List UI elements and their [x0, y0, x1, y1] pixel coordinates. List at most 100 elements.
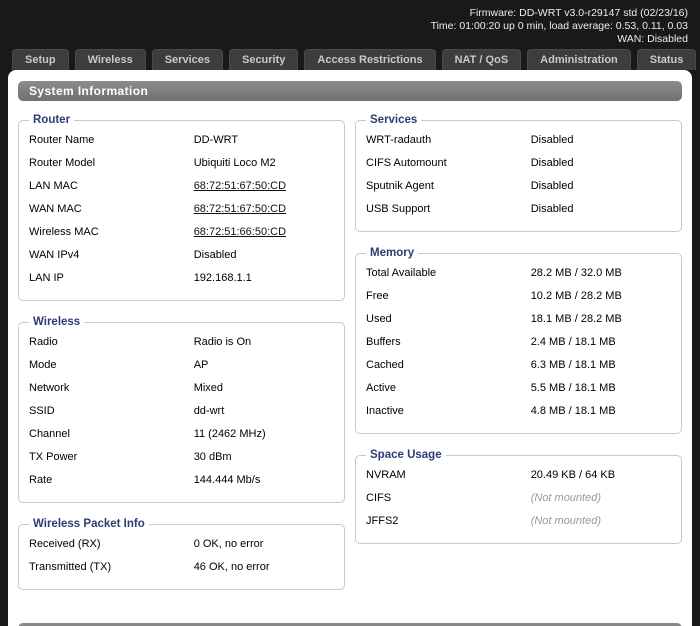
table-row: Buffers 2.4 MB / 18.1 MB [366, 331, 671, 354]
row-value: Ubiquiti Loco M2 [193, 157, 276, 169]
row-label: Transmitted (TX) [29, 561, 112, 573]
row-label: CIFS Automount [366, 157, 447, 169]
row-value: (Not mounted) [530, 492, 601, 504]
top-header: Firmware: DD-WRT v3.0-r29147 std (02/23/… [0, 0, 700, 50]
table-row: NVRAM 20.49 KB / 64 KB [366, 464, 671, 487]
row-value: 2.4 MB / 18.1 MB [530, 336, 616, 348]
row-value: Disabled [530, 203, 574, 215]
tab-administration[interactable]: Administration [527, 49, 631, 70]
row-value: 46 OK, no error [193, 561, 270, 573]
section-memory: Memory Total Available 28.2 MB / 32.0 MB Fr… [355, 247, 682, 434]
table-row: Router Name DD-WRT [29, 129, 334, 152]
row-label: TX Power [29, 451, 78, 463]
row-value: 18.1 MB / 28.2 MB [530, 313, 622, 325]
table-row: Inactive 4.8 MB / 18.1 MB [366, 400, 671, 423]
row-label: SSID [29, 405, 55, 417]
mac-address-link[interactable]: 68:72:51:67:50:CD [194, 180, 334, 193]
section-title: Space Usage [370, 449, 442, 461]
tab-nat-qos[interactable]: NAT / QoS [441, 49, 522, 70]
row-label: Channel [29, 428, 70, 440]
mac-address-link[interactable]: 68:72:51:67:50:CD [194, 203, 334, 216]
content-panel: System Information Router Router Name DD-W… [8, 70, 692, 626]
row-value: Disabled [530, 134, 574, 146]
row-value: DD-WRT [193, 134, 239, 146]
table-row: Sputnik Agent Disabled [366, 175, 671, 198]
table-row: USB Support Disabled [366, 198, 671, 221]
row-value: dd-wrt [193, 405, 225, 417]
firmware-info: Firmware: DD-WRT v3.0-r29147 std (02/23/… [469, 7, 688, 19]
tab-status[interactable]: Status [636, 49, 697, 70]
table-row: Router Model Ubiquiti Loco M2 [29, 152, 334, 175]
fieldset-columns: Router Router Name DD-WRT Router Model Ubiqu… [18, 114, 682, 605]
row-label: Radio [29, 336, 58, 348]
section-title: Wireless Packet Info [33, 518, 145, 530]
table-row: Cached 6.3 MB / 18.1 MB [366, 354, 671, 377]
table-row: WAN MAC 68:72:51:67:50:CD [29, 198, 334, 221]
row-value: AP [193, 359, 209, 371]
row-value: 30 dBm [193, 451, 232, 463]
section-services: Services WRT-radauth Disabled CIFS Automoun… [355, 114, 682, 232]
row-value: Radio is On [193, 336, 252, 348]
row-value: Disabled [530, 180, 574, 192]
row-label: Router Name [29, 134, 95, 146]
row-value: (Not mounted) [530, 515, 601, 527]
row-label: Received (RX) [29, 538, 101, 550]
row-label: CIFS [366, 492, 392, 504]
row-label: Mode [29, 359, 57, 371]
table-row: JFFS2 (Not mounted) [366, 510, 671, 533]
section-router: Router Router Name DD-WRT Router Model Ubiqu… [18, 114, 345, 301]
table-row: Rate 144.444 Mb/s [29, 469, 334, 492]
row-value: 6.3 MB / 18.1 MB [530, 359, 616, 371]
row-label: Buffers [366, 336, 401, 348]
table-row: LAN IP 192.168.1.1 [29, 267, 334, 290]
tab-security[interactable]: Security [228, 49, 299, 70]
row-value: Mixed [193, 382, 224, 394]
table-row: WAN IPv4 Disabled [29, 244, 334, 267]
row-value: 192.168.1.1 [193, 272, 252, 284]
section-title: Wireless [33, 316, 81, 328]
table-row: Total Available 28.2 MB / 32.0 MB [366, 262, 671, 285]
section-space-usage: Space Usage NVRAM 20.49 KB / 64 KB CIFS (Not… [355, 449, 682, 544]
section-wireless: Wireless Radio Radio is On Mode AP Network Mix… [18, 316, 345, 503]
right-column: Services WRT-radauth Disabled CIFS Automoun… [355, 114, 682, 605]
wan-status: WAN: Disabled [617, 33, 688, 45]
table-row: CIFS (Not mounted) [366, 487, 671, 510]
left-column: Router Router Name DD-WRT Router Model Ubiqu… [18, 114, 345, 605]
table-row: SSID dd-wrt [29, 400, 334, 423]
table-row: Wireless MAC 68:72:51:66:50:CD [29, 221, 334, 244]
row-value: Disabled [193, 249, 237, 261]
mac-address-link[interactable]: 68:72:51:66:50:CD [194, 226, 334, 239]
row-label: LAN IP [29, 272, 64, 284]
section-header-system-information: System Information [18, 81, 682, 101]
row-label: Wireless MAC [29, 226, 99, 238]
row-label: Rate [29, 474, 53, 486]
row-value: 20.49 KB / 64 KB [530, 469, 616, 481]
table-row: Used 18.1 MB / 28.2 MB [366, 308, 671, 331]
row-value: 5.5 MB / 18.1 MB [530, 382, 616, 394]
tab-services[interactable]: Services [151, 49, 223, 70]
row-label: Router Model [29, 157, 96, 169]
row-value: Disabled [530, 157, 574, 169]
row-value: 144.444 Mb/s [193, 474, 261, 486]
table-row: WRT-radauth Disabled [366, 129, 671, 152]
section-wireless-packet-info: Wireless Packet Info Received (RX) 0 OK, n… [18, 518, 345, 590]
row-label: Total Available [366, 267, 437, 279]
row-label: WRT-radauth [366, 134, 432, 146]
tab-access-restrictions[interactable]: Access Restrictions [304, 49, 436, 70]
row-value: 10.2 MB / 28.2 MB [530, 290, 622, 302]
row-label: JFFS2 [366, 515, 399, 527]
row-label: USB Support [366, 203, 431, 215]
table-row: Active 5.5 MB / 18.1 MB [366, 377, 671, 400]
table-row: Mode AP [29, 354, 334, 377]
row-label: Cached [366, 359, 404, 371]
row-value: 0 OK, no error [193, 538, 264, 550]
table-row: Radio Radio is On [29, 331, 334, 354]
table-row: Channel 11 (2462 MHz) [29, 423, 334, 446]
tab-wireless[interactable]: Wireless [74, 49, 146, 70]
tab-setup[interactable]: Setup [12, 49, 69, 70]
table-row: LAN MAC 68:72:51:67:50:CD [29, 175, 334, 198]
row-value: 28.2 MB / 32.0 MB [530, 267, 622, 279]
row-label: Network [29, 382, 70, 394]
row-label: Sputnik Agent [366, 180, 434, 192]
section-title: Router [33, 114, 71, 126]
